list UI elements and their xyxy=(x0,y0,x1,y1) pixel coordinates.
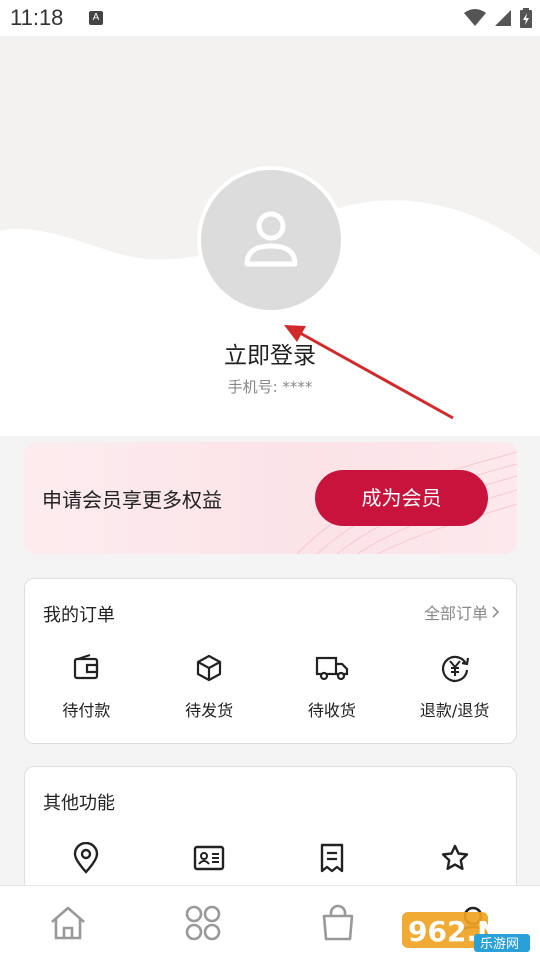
address-function[interactable] xyxy=(25,841,148,875)
join-membership-button[interactable]: 成为会员 xyxy=(315,470,488,526)
watermark-subtitle: 乐游网 xyxy=(480,937,519,952)
chevron-right-icon xyxy=(492,606,500,618)
orders-title: 我的订单 xyxy=(43,605,115,626)
favorites-function[interactable] xyxy=(393,841,516,875)
all-orders-label: 全部订单 xyxy=(423,604,488,623)
order-label: 待发货 xyxy=(185,701,234,720)
id-card-icon xyxy=(193,845,225,871)
login-link[interactable]: 立即登录 xyxy=(0,336,540,370)
membership-promo: 申请会员享更多权益 xyxy=(42,488,222,512)
order-pending-payment[interactable]: 待付款 xyxy=(25,651,148,721)
category-grid-icon xyxy=(185,905,220,941)
receipt-icon xyxy=(320,843,344,873)
avatar[interactable] xyxy=(197,166,345,314)
nav-home[interactable] xyxy=(0,886,135,960)
nav-cart[interactable] xyxy=(270,886,405,960)
other-functions-title: 其他功能 xyxy=(43,793,115,814)
wallet-icon xyxy=(74,654,99,680)
order-label: 待收货 xyxy=(307,701,356,720)
watermark-logo: 962.NET 乐游网 xyxy=(402,912,539,952)
nav-category[interactable] xyxy=(135,886,270,960)
wifi-icon xyxy=(464,9,486,26)
receipt-function[interactable] xyxy=(271,841,394,875)
star-icon xyxy=(441,844,468,870)
order-label: 退款/退货 xyxy=(419,701,490,720)
location-pin-icon xyxy=(74,842,99,874)
package-icon xyxy=(197,654,222,682)
order-pending-shipment[interactable]: 待发货 xyxy=(148,651,271,721)
status-bar: 11:18 A xyxy=(0,0,540,36)
all-orders-link[interactable]: 全部订单 xyxy=(424,600,500,624)
refund-icon xyxy=(441,655,469,682)
order-label: 待付款 xyxy=(62,701,111,720)
battery-icon xyxy=(520,8,532,28)
phone-number: 手机号: **** xyxy=(227,378,313,396)
signal-icon xyxy=(495,10,511,26)
notification-a-icon: A xyxy=(89,11,103,25)
truck-icon xyxy=(315,656,348,681)
home-icon xyxy=(50,906,85,940)
site-watermark: 962.NET 乐游网 xyxy=(400,908,539,954)
membership-banner: 申请会员享更多权益 成为会员 xyxy=(24,442,517,554)
order-pending-receipt[interactable]: 待收货 xyxy=(271,651,394,721)
person-icon xyxy=(244,211,298,267)
orders-card: 我的订单 全部订单 待付款 待发货 待收货 退款/退货 xyxy=(24,578,517,744)
shopping-bag-icon xyxy=(322,904,353,941)
id-card-function[interactable] xyxy=(148,841,271,875)
order-refund-return[interactable]: 退款/退货 xyxy=(393,651,516,721)
status-time: 11:18 xyxy=(10,5,64,30)
